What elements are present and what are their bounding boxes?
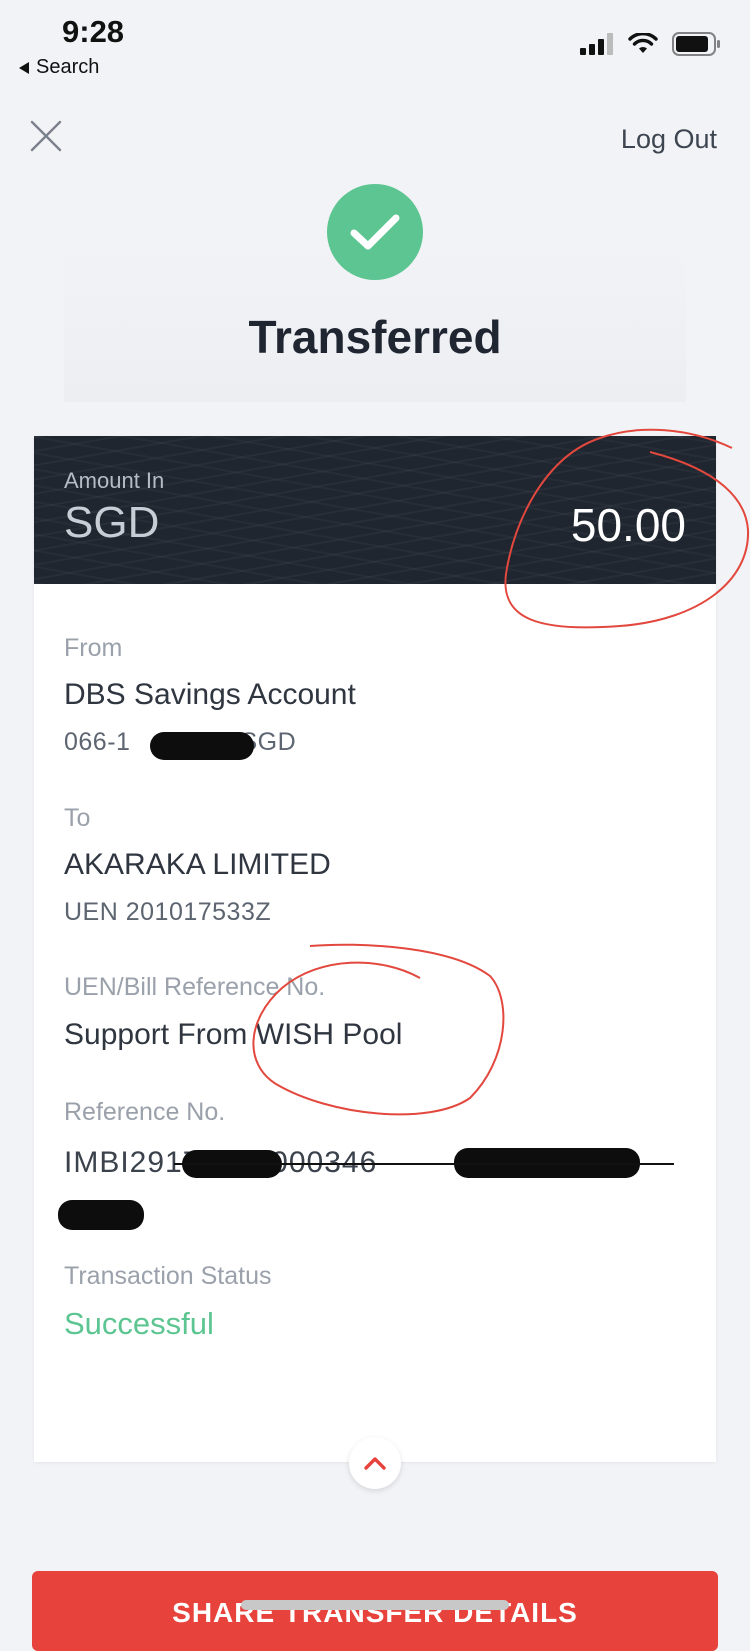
status-value: Successful [64, 1306, 214, 1341]
signal-icon [580, 33, 613, 55]
amount-currency: SGD [64, 498, 160, 547]
from-account-name: DBS Savings Account [64, 678, 356, 711]
bill-ref-label: UEN/Bill Reference No. [64, 973, 326, 1001]
battery-icon [672, 32, 720, 56]
status-icons [580, 32, 720, 56]
from-label: From [64, 634, 123, 662]
redaction-mark [150, 732, 254, 760]
chevron-up-icon [364, 1457, 386, 1470]
redaction-mark [58, 1200, 144, 1230]
page-title: Transferred [248, 311, 502, 363]
back-triangle-icon [19, 61, 29, 74]
amount-banner: Amount In SGD 50.00 [34, 436, 716, 584]
to-label: To [64, 804, 91, 832]
close-icon [30, 120, 62, 152]
status-label: Transaction Status [64, 1262, 272, 1290]
strike-line [174, 1163, 674, 1165]
home-indicator [241, 1600, 509, 1610]
from-account-prefix: 066-1 [64, 728, 131, 756]
close-button[interactable] [28, 118, 64, 154]
wifi-icon [628, 33, 658, 53]
status-time: 9:28 [62, 14, 125, 49]
back-to-app[interactable]: Search [18, 56, 99, 79]
amount-value: 50.00 [570, 499, 686, 551]
logout-button[interactable]: Log Out [621, 124, 717, 155]
success-badge [327, 184, 423, 280]
share-transfer-details-button[interactable]: SHARE TRANSFER DETAILS [32, 1571, 718, 1651]
checkmark-icon [350, 214, 400, 250]
amount-label: Amount In [64, 468, 165, 493]
to-name: AKARAKA LIMITED [64, 848, 331, 881]
transfer-details-card: Amount In SGD 50.00 From DBS Savings Acc… [34, 436, 716, 1462]
reference-label: Reference No. [64, 1098, 226, 1126]
bill-ref-value: Support From WISH Pool [64, 1018, 403, 1051]
back-app-label: Search [36, 56, 100, 78]
expand-button[interactable] [349, 1437, 401, 1489]
to-uen: UEN 201017533Z [64, 898, 272, 926]
